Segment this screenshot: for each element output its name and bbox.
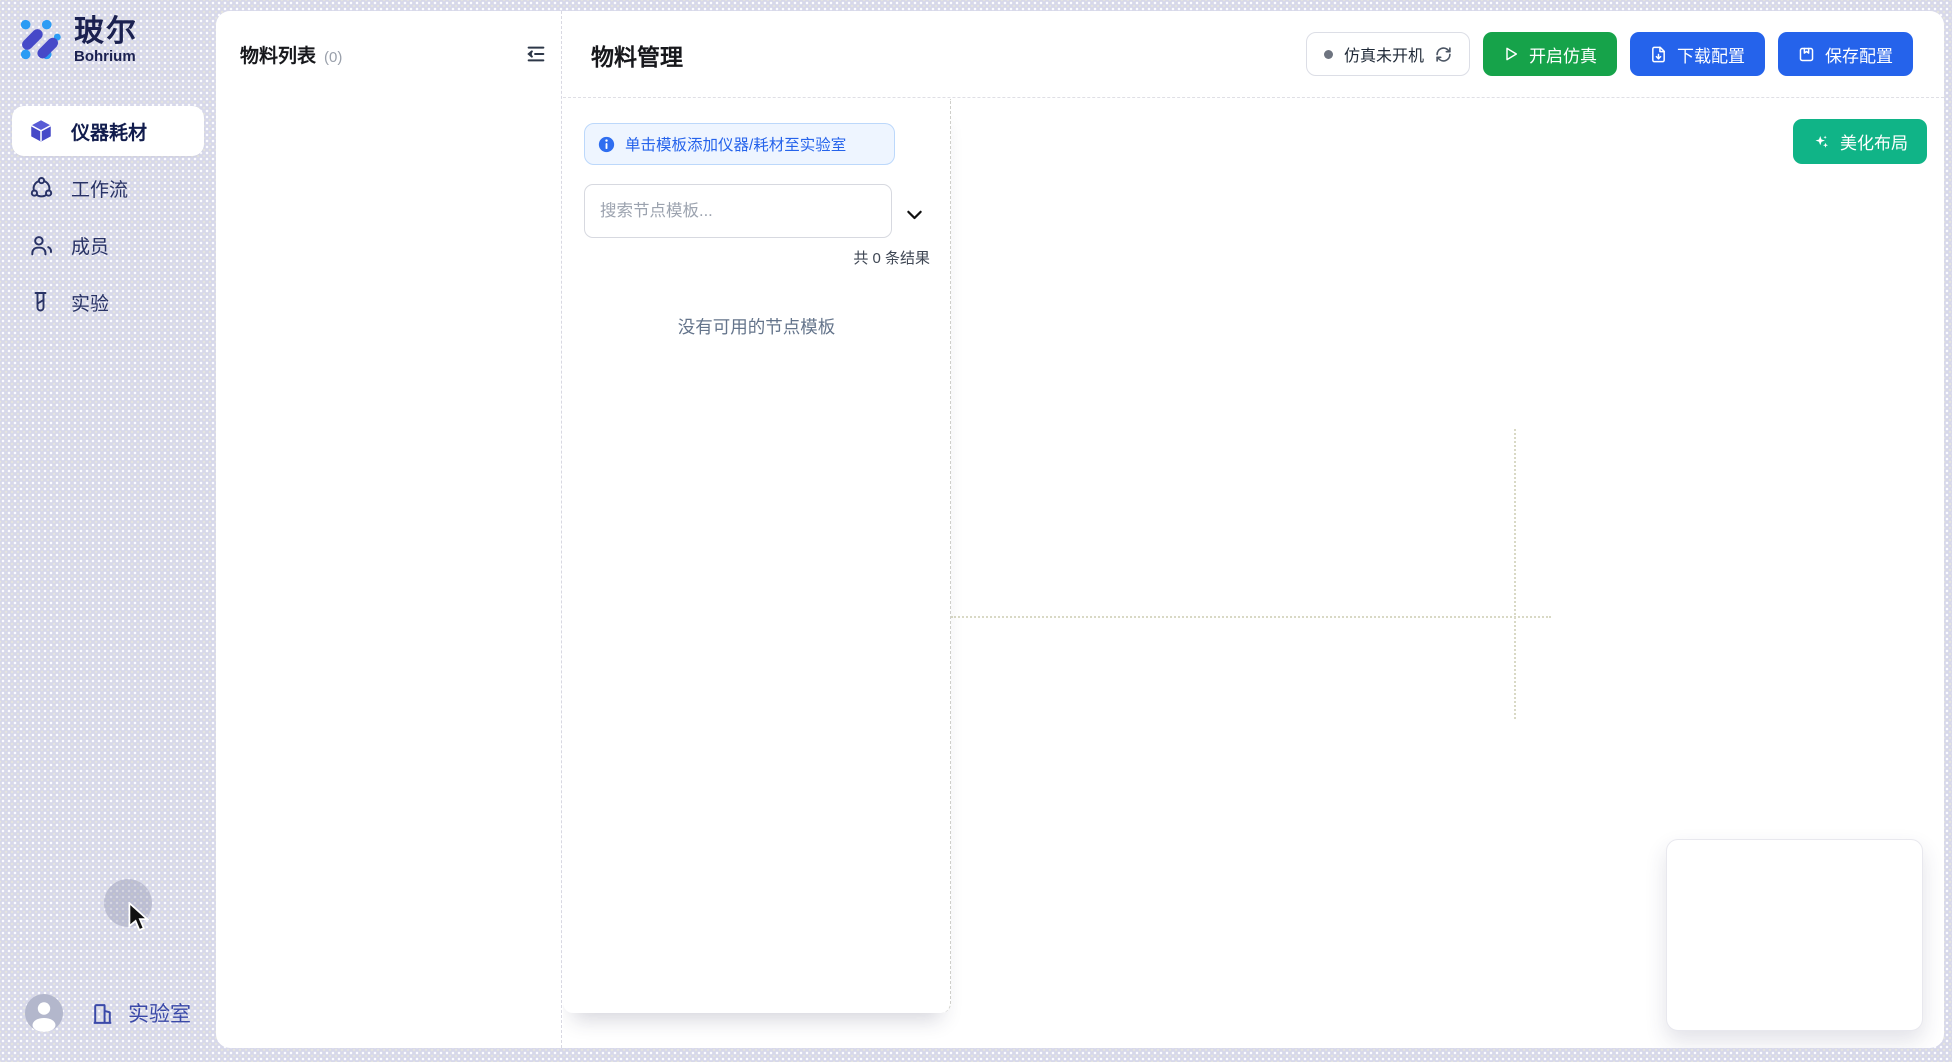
building-icon bbox=[90, 1001, 115, 1026]
material-list-title: 物料列表(0) bbox=[240, 41, 342, 68]
file-download-icon bbox=[1650, 46, 1667, 63]
work-header: 物料管理 仿真未开机 开启仿真 bbox=[563, 11, 1944, 98]
node-template-panel: 单击模板添加仪器/耗材至实验室 共 0 条结果 没有可用的节点模板 bbox=[563, 99, 951, 1013]
empty-templates-text: 没有可用的节点模板 bbox=[563, 314, 950, 339]
test-tube-icon bbox=[28, 289, 54, 315]
app-screen: 玻尔 Bohrium 仪器耗材 bbox=[0, 0, 1952, 1062]
sidebar-item-label: 成员 bbox=[71, 232, 109, 259]
sidebar-item-workflow[interactable]: 工作流 bbox=[12, 163, 204, 213]
sidebar-nav: 仪器耗材 工作流 bbox=[12, 106, 204, 334]
save-icon bbox=[1798, 46, 1815, 63]
header-actions: 仿真未开机 开启仿真 bbox=[1306, 32, 1913, 76]
play-icon bbox=[1503, 46, 1519, 62]
sidebar-item-experiments[interactable]: 实验 bbox=[12, 277, 204, 327]
bohrium-logo-icon bbox=[18, 16, 64, 62]
brand-name-zh: 玻尔 bbox=[74, 16, 138, 48]
result-count: 共 0 条结果 bbox=[853, 247, 930, 268]
template-hint-banner: 单击模板添加仪器/耗材至实验室 bbox=[584, 123, 895, 165]
material-list-count: (0) bbox=[324, 49, 342, 66]
lab-entry[interactable]: 实验室 bbox=[90, 998, 191, 1028]
canvas-guide-vertical bbox=[1514, 429, 1516, 719]
brand-name-en: Bohrium bbox=[74, 48, 138, 66]
sim-status-text: 仿真未开机 bbox=[1344, 42, 1424, 66]
lab-entry-label: 实验室 bbox=[128, 998, 191, 1028]
sidebar-item-members[interactable]: 成员 bbox=[12, 220, 204, 270]
save-config-button[interactable]: 保存配置 bbox=[1778, 32, 1913, 76]
canvas-guide-horizontal bbox=[951, 616, 1551, 618]
cube-icon bbox=[28, 118, 54, 144]
main-card: 物料列表(0) 物料管理 仿真未开机 bbox=[216, 11, 1944, 1048]
lab-canvas[interactable]: 单击模板添加仪器/耗材至实验室 共 0 条结果 没有可用的节点模板 bbox=[563, 99, 1944, 1048]
start-sim-button[interactable]: 开启仿真 bbox=[1483, 32, 1617, 76]
members-icon bbox=[28, 232, 54, 258]
minimap[interactable] bbox=[1666, 839, 1923, 1031]
template-hint-text: 单击模板添加仪器/耗材至实验室 bbox=[625, 133, 846, 155]
refresh-icon[interactable] bbox=[1435, 46, 1452, 63]
search-input[interactable] bbox=[584, 184, 892, 238]
sparkles-icon bbox=[1812, 133, 1830, 151]
brand-logo: 玻尔 Bohrium bbox=[18, 16, 138, 66]
beautify-layout-button[interactable]: 美化布局 bbox=[1793, 119, 1927, 164]
info-icon bbox=[598, 136, 615, 153]
sidebar-item-label: 工作流 bbox=[71, 175, 128, 202]
sidebar-item-label: 实验 bbox=[71, 289, 109, 316]
menu-fold-icon[interactable] bbox=[523, 41, 549, 67]
sidebar: 玻尔 Bohrium 仪器耗材 bbox=[0, 0, 216, 1062]
workflow-icon bbox=[28, 175, 54, 201]
sidebar-item-instruments[interactable]: 仪器耗材 bbox=[12, 106, 204, 156]
material-list-panel: 物料列表(0) bbox=[216, 11, 562, 1048]
mouse-cursor bbox=[127, 902, 149, 932]
page-title: 物料管理 bbox=[591, 38, 683, 72]
user-avatar[interactable] bbox=[25, 994, 63, 1032]
sim-status-pill: 仿真未开机 bbox=[1306, 32, 1470, 76]
download-config-button[interactable]: 下载配置 bbox=[1630, 32, 1765, 76]
status-dot-icon bbox=[1324, 50, 1333, 59]
chevron-down-icon[interactable] bbox=[904, 204, 925, 225]
sidebar-item-label: 仪器耗材 bbox=[71, 118, 147, 145]
